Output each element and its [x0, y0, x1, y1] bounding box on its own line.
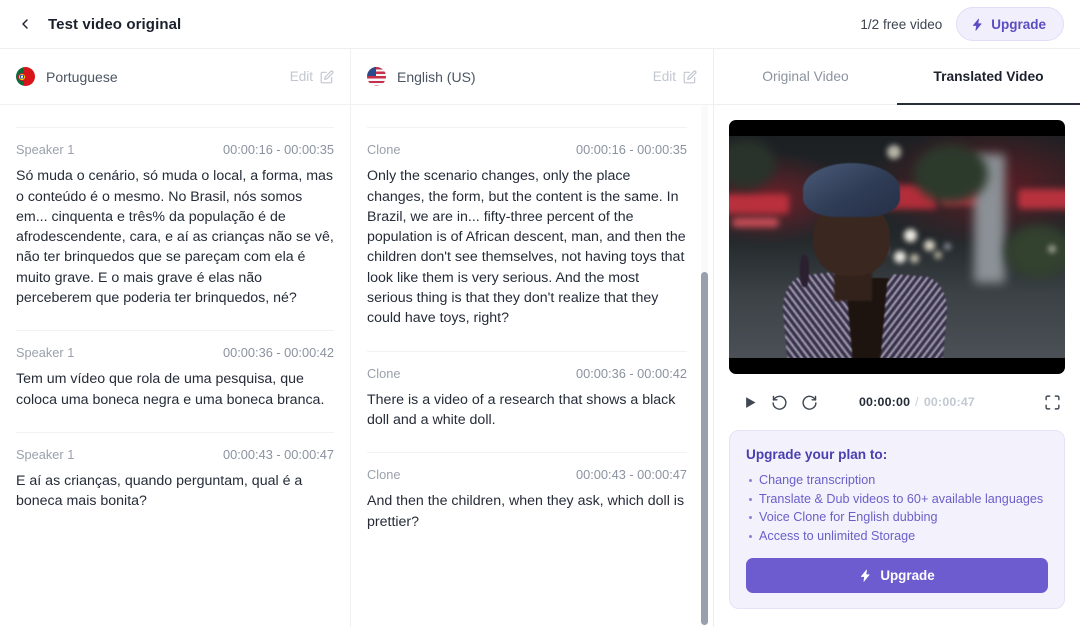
tab-translated-video-label: Translated Video — [933, 68, 1044, 84]
transcript-segment[interactable]: outras mulheres pretas, é a mesma histór… — [16, 105, 334, 129]
fullscreen-button[interactable] — [1044, 394, 1061, 411]
forward-10-icon — [802, 395, 817, 410]
page-title: Test video original — [48, 15, 182, 33]
source-edit-label: Edit — [289, 69, 313, 84]
video-preview-column: Original Video Translated Video 00:00:00… — [714, 49, 1080, 627]
target-edit-label: Edit — [652, 69, 676, 84]
rewind-button[interactable] — [771, 394, 788, 411]
header-upgrade-label: Upgrade — [991, 16, 1046, 32]
segment-timestamp: 00:00:43 - 00:00:47 — [576, 467, 687, 483]
pencil-square-icon — [683, 70, 697, 83]
time-separator: / — [915, 395, 919, 409]
app-root: Test video original 1/2 free video Upgra… — [0, 0, 1080, 627]
lightning-bolt-icon — [861, 570, 870, 582]
segment-speaker: Clone — [367, 467, 401, 483]
segment-speaker: Clone — [367, 365, 401, 381]
segment-timestamp: 00:00:36 - 00:00:42 — [223, 345, 334, 361]
chevron-left-icon — [22, 19, 28, 29]
segment-text: Só muda o cenário, só muda o local, a fo… — [16, 168, 334, 307]
segment-text: There is a video of a research that show… — [367, 391, 676, 428]
source-language-label: Portuguese — [46, 68, 118, 85]
promo-title: Upgrade your plan to: — [746, 447, 888, 462]
video-subject — [779, 163, 950, 358]
free-video-counter: 1/2 free video — [860, 16, 943, 32]
back-button[interactable] — [12, 11, 38, 37]
fullscreen-icon — [1045, 394, 1060, 410]
promo-upgrade-label: Upgrade — [880, 568, 935, 584]
segment-speaker: Speaker 1 — [16, 446, 75, 462]
segment-meta: Speaker 1 00:00:16 - 00:00:35 — [16, 142, 334, 157]
pencil-square-icon — [320, 70, 334, 83]
segment-meta: Clone 00:00:36 - 00:00:42 — [367, 366, 687, 381]
target-transcript-column: English (US) Edit women, it's the same s… — [351, 49, 714, 627]
tab-original-video-label: Original Video — [762, 68, 849, 84]
target-language-label: English (US) — [397, 68, 476, 85]
segment-speaker: Speaker 1 — [16, 142, 75, 158]
video-controls: 00:00:00 / 00:00:47 — [729, 374, 1065, 430]
segment-timestamp: 00:00:16 - 00:00:35 — [576, 142, 687, 158]
segment-text: E aí as crianças, quando perguntam, qual… — [16, 472, 303, 510]
flag-usa-icon — [367, 67, 386, 86]
source-column-header: Portuguese Edit — [0, 49, 350, 105]
video-still-image — [729, 136, 1065, 358]
main-body: Portuguese Edit outras mulheres pretas, … — [0, 49, 1080, 627]
segment-meta: Speaker 1 00:00:36 - 00:00:42 — [16, 345, 334, 360]
flag-portugal-icon — [16, 67, 35, 86]
transcript-scrollbar[interactable] — [701, 105, 708, 627]
tab-original-video[interactable]: Original Video — [714, 49, 897, 105]
top-header-bar: Test video original 1/2 free video Upgra… — [0, 0, 1080, 49]
source-transcript-list[interactable]: outras mulheres pretas, é a mesma histór… — [0, 105, 350, 627]
lightning-bolt-icon — [973, 18, 982, 31]
segment-timestamp: 00:00:36 - 00:00:42 — [576, 365, 687, 381]
transcript-segment[interactable]: Speaker 1 00:00:16 - 00:00:35 Só muda o … — [16, 128, 334, 332]
segment-timestamp: 00:00:16 - 00:00:35 — [223, 142, 334, 158]
transcript-segment[interactable]: Speaker 1 00:00:43 - 00:00:47 E aí as cr… — [16, 433, 334, 534]
promo-feature-list: Change transcription Translate & Dub vid… — [746, 471, 1048, 545]
source-transcript-column: Portuguese Edit outras mulheres pretas, … — [0, 49, 351, 627]
upgrade-promo-card: Upgrade your plan to: Change transcripti… — [729, 430, 1065, 610]
video-player-frame[interactable] — [729, 120, 1065, 374]
target-column-header: English (US) Edit — [351, 49, 713, 105]
target-edit-button[interactable]: Edit — [653, 69, 697, 84]
scrollbar-thumb[interactable] — [701, 272, 708, 625]
segment-meta: Speaker 1 00:00:43 - 00:00:47 — [16, 447, 334, 462]
segment-text: Only the scenario changes, only the plac… — [367, 168, 686, 327]
segment-meta: Clone 00:00:43 - 00:00:47 — [367, 467, 687, 482]
promo-feature-item: Change transcription — [746, 471, 1048, 490]
target-transcript-list[interactable]: women, it's the same story. Clone 00:00:… — [351, 105, 713, 627]
segment-speaker: Clone — [367, 142, 401, 158]
header-actions: 1/2 free video Upgrade — [860, 7, 1064, 41]
transcript-segment[interactable]: Clone 00:00:43 - 00:00:47 And then the c… — [367, 453, 687, 554]
video-tabs: Original Video Translated Video — [714, 49, 1080, 105]
segment-speaker: Speaker 1 — [16, 345, 75, 361]
play-button[interactable] — [743, 394, 758, 411]
segment-meta: Clone 00:00:16 - 00:00:35 — [367, 142, 687, 157]
transcript-segment[interactable]: women, it's the same story. — [367, 105, 687, 129]
rewind-10-icon — [772, 395, 787, 410]
promo-feature-item: Voice Clone for English dubbing — [746, 508, 1048, 527]
promo-feature-item: Access to unlimited Storage — [746, 527, 1048, 546]
source-edit-button[interactable]: Edit — [290, 69, 334, 84]
play-icon — [746, 396, 756, 408]
segment-text: Tem um vídeo que rola de uma pesquisa, q… — [16, 371, 325, 408]
segment-timestamp: 00:00:43 - 00:00:47 — [223, 446, 334, 462]
current-time: 00:00:00 — [858, 395, 911, 409]
time-display: 00:00:00 / 00:00:47 — [859, 395, 975, 409]
forward-button[interactable] — [801, 394, 818, 411]
promo-upgrade-button[interactable]: Upgrade — [746, 558, 1048, 594]
header-upgrade-button[interactable]: Upgrade — [956, 7, 1064, 41]
transcript-segment[interactable]: Speaker 1 00:00:36 - 00:00:42 Tem um víd… — [16, 331, 334, 433]
transcript-segment[interactable]: Clone 00:00:36 - 00:00:42 There is a vid… — [367, 352, 687, 454]
tab-translated-video[interactable]: Translated Video — [897, 49, 1080, 105]
video-body: 00:00:00 / 00:00:47 Upgrade your plan to… — [714, 105, 1080, 627]
promo-feature-item: Translate & Dub videos to 60+ available … — [746, 490, 1048, 509]
total-duration: 00:00:47 — [923, 395, 976, 409]
transcript-segment[interactable]: Clone 00:00:16 - 00:00:35 Only the scena… — [367, 128, 687, 352]
segment-text: And then the children, when they ask, wh… — [367, 493, 685, 530]
